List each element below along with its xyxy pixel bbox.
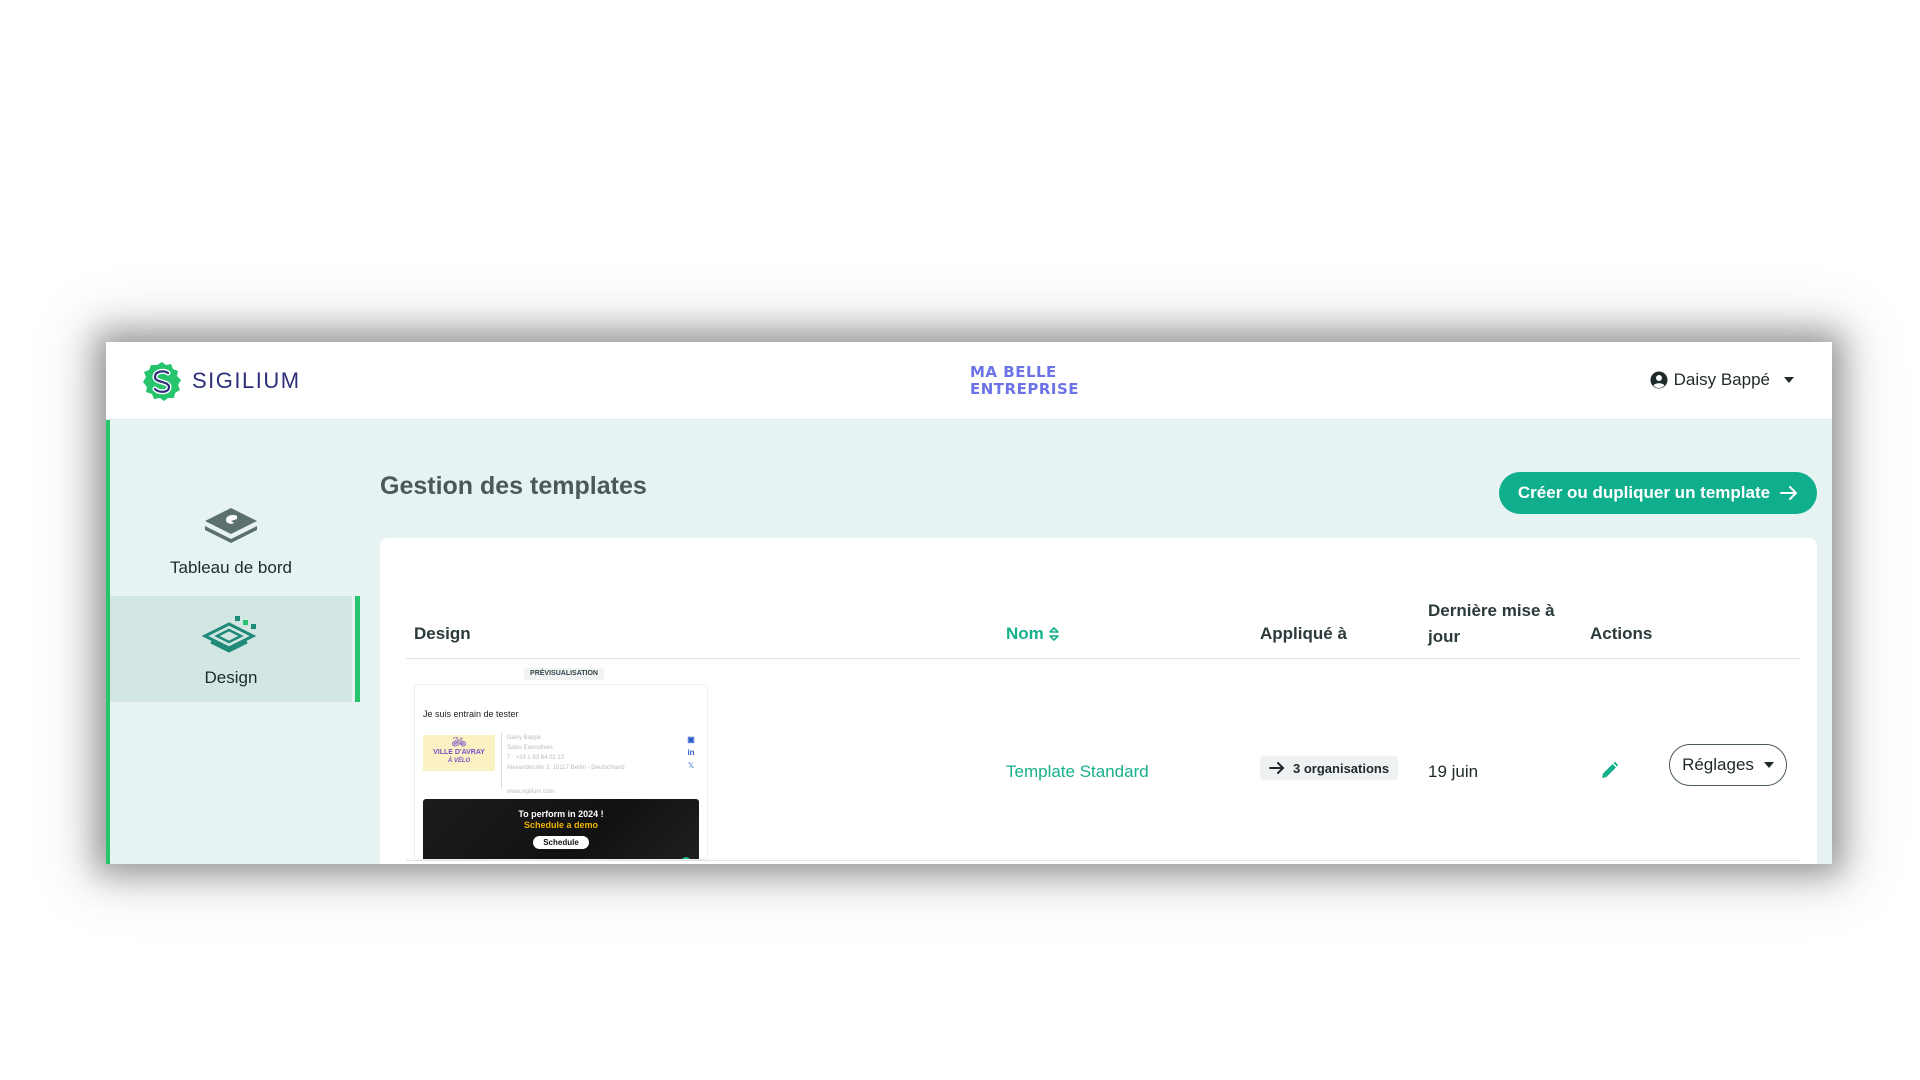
arrow-right-icon <box>1780 486 1798 500</box>
preview-banner-button: Schedule <box>533 836 589 849</box>
sidebar-item-label: Design <box>204 668 258 687</box>
preview-banner: To perform in 2024 ! Schedule a demo Sch… <box>423 799 699 859</box>
settings-dropdown-button[interactable]: Réglages <box>1669 744 1787 786</box>
preview-address: Alexanderufer 2, 10117 Berlin - Deutschl… <box>507 765 625 771</box>
applied-to-badge[interactable]: 3 organisations <box>1260 756 1399 780</box>
preview-logo-line1: VILLE D'AVRAY <box>433 749 485 756</box>
sidebar-item-dashboard[interactable]: Tableau de bord <box>110 504 352 600</box>
page-title: Gestion des templates <box>380 472 647 500</box>
preview-greeting: Je suis entrain de tester <box>423 709 519 719</box>
preview-tag: PRÉVISUALISATION <box>524 668 604 680</box>
chevron-down-icon <box>1763 762 1774 768</box>
brand-logo[interactable]: SIGILIUM <box>140 360 301 402</box>
preview-url: www.sigilium.com <box>507 789 555 795</box>
sort-icon <box>1048 627 1059 641</box>
sidebar-item-design[interactable]: Design <box>110 596 360 702</box>
column-header-design: Design <box>414 624 471 643</box>
user-menu[interactable]: Daisy Bappé <box>1650 370 1794 390</box>
sidebar: Tableau de bord Design <box>106 420 360 864</box>
company-name-line1: MA BELLE <box>970 363 1057 381</box>
user-name: Daisy Bappé <box>1673 370 1770 389</box>
column-header-actions: Actions <box>1590 624 1653 643</box>
preview-contact-info: Daisy Bappé Sales Executives T : +33 1 8… <box>507 733 667 773</box>
column-header-last-update: Dernière mise à jour <box>1428 601 1555 646</box>
design-icon <box>201 616 257 653</box>
template-preview[interactable]: PRÉVISUALISATION Je suis entrain de test… <box>414 668 710 860</box>
company-name-line2: ENTREPRISE <box>970 380 1080 398</box>
table-row-divider <box>406 860 1801 861</box>
templates-table: Design Nom Appliqué à Dernière mise à jo… <box>380 538 1817 864</box>
create-template-button[interactable]: Créer ou dupliquer un template <box>1499 472 1817 514</box>
preview-name: Daisy Bappé <box>507 735 542 741</box>
dashboard-icon <box>205 508 257 543</box>
column-header-name-label: Nom <box>1006 624 1044 643</box>
x-icon: 𝕏 <box>687 761 695 770</box>
column-header-name[interactable]: Nom <box>1006 624 1060 644</box>
preview-signature-logo: 🚲︎ VILLE D'AVRAY À VÉLO <box>423 735 495 771</box>
preview-banner-line2: Schedule a demo <box>523 820 599 830</box>
sidebar-item-label: Tableau de bord <box>170 558 292 577</box>
preview-logo-line2: À VÉLO <box>447 758 471 764</box>
user-circle-icon <box>1650 371 1668 389</box>
top-bar: SIGILIUM MA BELLE ENTREPRISE Daisy Bappé <box>106 342 1832 420</box>
preview-social-icons: ▣ in 𝕏 <box>685 733 697 772</box>
preview-divider <box>501 733 502 789</box>
sigilium-logo-icon <box>143 362 181 401</box>
template-name-link[interactable]: Template Standard <box>1006 762 1149 782</box>
preview-role: Sales Executives <box>507 745 553 751</box>
pencil-icon[interactable] <box>1599 761 1619 781</box>
table-header-divider <box>406 658 1801 659</box>
preview-banner-line1: To perform in 2024 ! <box>518 809 604 819</box>
user-badge-icon: ▣ <box>687 735 695 744</box>
brand-name: SIGILIUM <box>192 368 301 393</box>
last-update-value: 19 juin <box>1428 762 1479 781</box>
settings-label: Réglages <box>1682 755 1754 774</box>
column-header-applied-to: Appliqué à <box>1260 624 1347 643</box>
bicycle-icon: 🚲︎ <box>451 735 467 749</box>
arrow-right-icon <box>1269 762 1284 774</box>
chevron-down-icon <box>1784 377 1794 383</box>
app-window: SIGILIUM MA BELLE ENTREPRISE Daisy Bappé… <box>106 342 1832 864</box>
linkedin-icon: in <box>687 748 695 757</box>
company-logo: MA BELLE ENTREPRISE <box>970 364 1079 398</box>
create-template-label: Créer ou dupliquer un template <box>1517 483 1771 502</box>
preview-card: Je suis entrain de tester 🚲︎ VILLE D'AVR… <box>414 684 708 860</box>
preview-phone: T : +33 1 83 64 02 13 <box>507 755 565 761</box>
applied-to-label: 3 organisations <box>1293 760 1390 776</box>
